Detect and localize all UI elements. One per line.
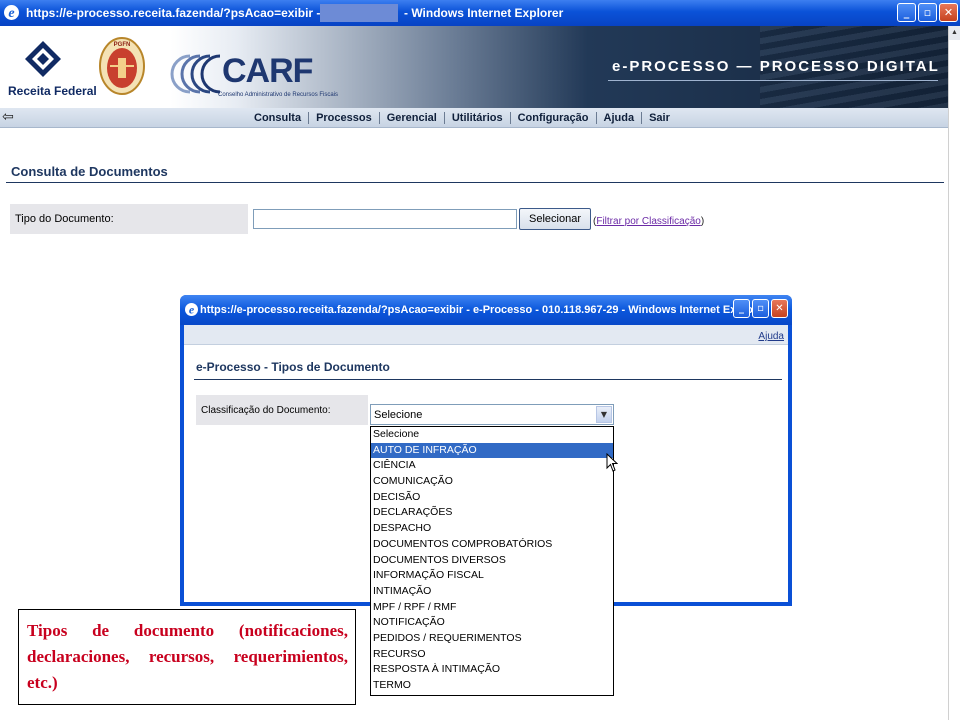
tipo-documento-label: Tipo do Documento: (10, 204, 248, 234)
receita-federal-mark-icon (25, 41, 61, 77)
dropdown-option[interactable]: TERMO (371, 678, 613, 694)
dropdown-option[interactable]: Selecione (371, 427, 613, 443)
tipo-documento-input[interactable] (253, 209, 517, 229)
selecionar-button[interactable]: Selecionar (519, 208, 591, 230)
annotation-callout: Tipos de documento (notificaciones, decl… (18, 609, 356, 705)
filtrar-por-classificacao-link[interactable]: Filtrar por Classificação (596, 216, 700, 227)
minimize-button[interactable]: _ (897, 3, 916, 22)
menu-item-consulta[interactable]: Consulta (248, 112, 307, 124)
popup-ajuda-link[interactable]: Ajuda (758, 331, 784, 342)
menu-item-sair[interactable]: Sair (643, 112, 676, 124)
dropdown-option[interactable]: INTIMAÇÃO (371, 584, 613, 600)
scroll-up-arrow-icon[interactable]: ▲ (949, 26, 960, 40)
dropdown-option[interactable]: COMUNICAÇÃO (371, 474, 613, 490)
redacted-region (320, 4, 398, 22)
pgfn-seal-icon: PGFN (99, 37, 145, 95)
classificacao-label: Classificação do Documento: (196, 395, 368, 425)
system-title: e-PROCESSO — PROCESSO DIGITAL (612, 58, 940, 75)
mouse-cursor-icon (606, 453, 618, 472)
page-title-rule (6, 182, 944, 183)
window-controls: _ ▫ ✕ (897, 3, 958, 22)
receita-federal-text: Receita Federal (8, 84, 97, 98)
menu-separator (641, 112, 643, 124)
header-banner: Receita Federal PGFN CARF Conselho Admin… (0, 26, 948, 108)
dropdown-option[interactable]: NOTIFICAÇÃO (371, 615, 613, 631)
menu-item-configuracao[interactable]: Configuração (512, 112, 595, 124)
menu-item-processos[interactable]: Processos (310, 112, 378, 124)
menu-item-ajuda[interactable]: Ajuda (598, 112, 641, 124)
popup-page-title: e-Processo - Tipos de Documento (196, 360, 390, 374)
dropdown-option[interactable]: CIÊNCIA (371, 458, 613, 474)
menu-item-gerencial[interactable]: Gerencial (381, 112, 443, 124)
dropdown-option[interactable]: DOCUMENTOS DIVERSOS (371, 553, 613, 569)
dropdown-option[interactable]: INFORMAÇÃO FISCAL (371, 568, 613, 584)
popup-title: https://e-processo.receita.fazenda/?psAc… (200, 304, 768, 316)
filter-link-wrapper: (Filtrar por Classificação) (593, 216, 704, 227)
browser-title-suffix: - Windows Internet Explorer (404, 6, 564, 20)
receita-federal-logo: Receita Federal (6, 40, 97, 104)
popup-title-rule (194, 379, 782, 380)
ie-icon: e (185, 303, 198, 317)
chevron-down-icon[interactable]: ▼ (596, 406, 612, 423)
ie-icon: e (4, 5, 19, 21)
main-menu: Consulta Processos Gerencial Utilitários… (248, 112, 676, 124)
menu-separator (595, 112, 597, 124)
svg-text:e: e (189, 303, 195, 317)
carf-logo: CARF Conselho Administrativo de Recursos… (168, 50, 358, 106)
popup-close-button[interactable]: ✕ (771, 299, 788, 318)
dropdown-option[interactable]: DESPACHO (371, 521, 613, 537)
dropdown-option[interactable]: PEDIDOS / REQUERIMENTOS (371, 631, 613, 647)
classificacao-select-value: Selecione (374, 409, 423, 421)
vertical-scrollbar[interactable]: ▲ (948, 26, 960, 720)
popup-title-bar: e https://e-processo.receita.fazenda/?ps… (180, 295, 792, 325)
classificacao-select[interactable]: Selecione ▼ (370, 404, 614, 425)
dropdown-option[interactable]: RECURSO (371, 647, 613, 663)
system-title-rule (608, 80, 938, 81)
dropdown-option[interactable]: RESPOSTA À INTIMAÇÃO (371, 662, 613, 678)
menu-item-utilitarios[interactable]: Utilitários (446, 112, 509, 124)
menu-separator (308, 112, 310, 124)
popup-window-controls: _ ▫ ✕ (733, 299, 788, 318)
dropdown-option[interactable]: DOCUMENTOS COMPROBATÓRIOS (371, 537, 613, 553)
page-title: Consulta de Documentos (11, 164, 168, 179)
carf-subtitle: Conselho Administrativo de Recursos Fisc… (218, 92, 339, 98)
carf-arcs-icon (170, 54, 221, 94)
back-arrow-icon[interactable]: ⇦ (2, 109, 14, 125)
filter-close-paren: ) (700, 216, 705, 227)
menu-separator (378, 112, 380, 124)
pgfn-text: PGFN (114, 42, 131, 48)
carf-name: CARF (222, 52, 313, 90)
menu-separator (509, 112, 511, 124)
maximize-button[interactable]: ▫ (918, 3, 937, 22)
svg-text:e: e (8, 6, 14, 21)
main-menu-bar: ⇦ Consulta Processos Gerencial Utilitári… (0, 108, 948, 128)
popup-toolbar: Ajuda (184, 325, 788, 345)
popup-minimize-button[interactable]: _ (733, 299, 750, 318)
classificacao-dropdown-list[interactable]: Selecione AUTO DE INFRAÇÃO CIÊNCIA COMUN… (370, 426, 614, 696)
close-button[interactable]: ✕ (939, 3, 958, 22)
dropdown-option[interactable]: MPF / RPF / RMF (371, 600, 613, 616)
dropdown-option[interactable]: DECLARAÇÕES (371, 505, 613, 521)
browser-title-bar: e https://e-processo.receita.fazenda/?ps… (0, 0, 960, 26)
popup-maximize-button[interactable]: ▫ (752, 299, 769, 318)
dropdown-option-highlighted[interactable]: AUTO DE INFRAÇÃO (371, 442, 613, 459)
dropdown-option[interactable]: DECISÃO (371, 490, 613, 506)
menu-separator (443, 112, 445, 124)
